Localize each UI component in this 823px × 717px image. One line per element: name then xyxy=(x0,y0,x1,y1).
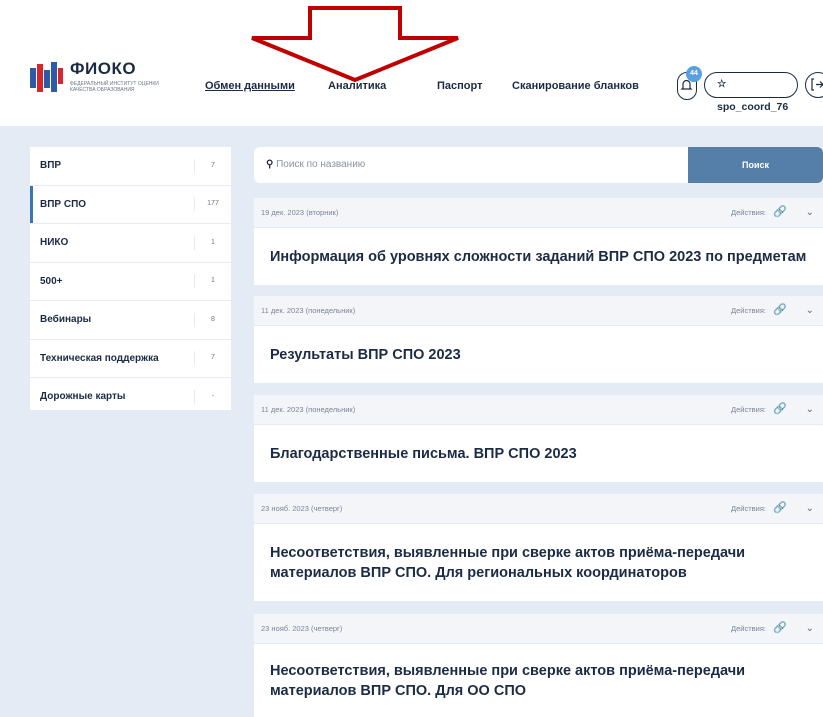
search-button[interactable]: Поиск xyxy=(688,147,823,183)
sidebar-item-500plus[interactable]: 500+ 1 xyxy=(30,263,231,301)
news-card: 23 нояб. 2023 (четверг) Действия: 🔗 ⌄ Не… xyxy=(254,494,823,601)
card-date: 23 нояб. 2023 (четверг) xyxy=(261,624,343,633)
sidebar-item-label: НИКО xyxy=(40,237,69,249)
card-title[interactable]: Результаты ВПР СПО 2023 xyxy=(254,326,823,383)
news-card: 11 дек. 2023 (понедельник) Действия: 🔗 ⌄… xyxy=(254,296,823,383)
sidebar-item-webinars[interactable]: Вебинары 8 xyxy=(30,301,231,340)
sidebar-item-count: 1 xyxy=(194,274,231,289)
card-actions-label: Действия: xyxy=(731,405,766,414)
sidebar-item-count: 1 xyxy=(194,235,231,250)
card-date: 11 дек. 2023 (понедельник) xyxy=(261,405,356,414)
news-card: 11 дек. 2023 (понедельник) Действия: 🔗 ⌄… xyxy=(254,395,823,482)
chevron-down-icon[interactable]: ⌄ xyxy=(806,494,814,523)
sidebar-item-count: 177 xyxy=(194,197,231,212)
logo[interactable]: ФИОКО ФЕДЕРАЛЬНЫЙ ИНСТИТУТ ОЦЕНКИ КАЧЕСТ… xyxy=(30,60,160,96)
news-card: 23 нояб. 2023 (четверг) Действия: 🔗 ⌄ Не… xyxy=(254,614,823,717)
card-actions-label: Действия: xyxy=(731,208,766,217)
card-title[interactable]: Несоответствия, выявленные при сверке ак… xyxy=(254,644,823,717)
notifications-badge: 44 xyxy=(686,66,702,82)
username: spo_coord_76 xyxy=(717,101,789,113)
sidebar-item-label: Вебинары xyxy=(40,314,92,326)
news-card: 19 дек. 2023 (вторник) Действия: 🔗 ⌄ Инф… xyxy=(254,198,823,285)
sidebar-item-label: 500+ xyxy=(40,275,63,287)
chevron-down-icon[interactable]: ⌄ xyxy=(806,614,814,643)
sidebar-item-label: Техническая поддержка xyxy=(40,352,159,364)
search-icon: ⚲ xyxy=(266,159,274,170)
sidebar-item-label: ВПР СПО xyxy=(40,198,87,210)
logo-name: ФИОКО xyxy=(70,59,137,78)
card-actions-label: Действия: xyxy=(731,624,766,633)
card-date: 19 дек. 2023 (вторник) xyxy=(261,208,339,217)
user-account-button[interactable]: ☆ spo_coord_76 xyxy=(704,72,798,113)
card-title[interactable]: Несоответствия, выявленные при сверке ак… xyxy=(254,524,823,601)
sidebar-item-count: 7 xyxy=(194,158,231,173)
sidebar-item-count: 8 xyxy=(194,312,231,327)
red-arrow-annotation xyxy=(251,6,459,82)
link-icon[interactable]: 🔗 xyxy=(773,614,787,643)
chevron-down-icon[interactable]: ⌄ xyxy=(806,296,814,325)
sidebar-item-count: - xyxy=(194,389,231,404)
sidebar: ВПР 7 ВПР СПО 177 НИКО 1 500+ 1 Вебинары 8 Те… xyxy=(30,147,231,417)
sidebar-item-roadmaps[interactable]: Дорожные карты - xyxy=(30,378,231,417)
search-placeholder: Поиск по названию xyxy=(276,159,366,170)
chevron-down-icon[interactable]: ⌄ xyxy=(806,198,814,227)
card-title[interactable]: Информация об уровнях сложности заданий … xyxy=(254,228,823,285)
link-icon[interactable]: 🔗 xyxy=(773,198,787,227)
sidebar-item-count: 7 xyxy=(194,351,231,366)
logo-subtitle: ФЕДЕРАЛЬНЫЙ ИНСТИТУТ ОЦЕНКИ КАЧЕСТВА ОБР… xyxy=(70,81,159,93)
card-date: 11 дек. 2023 (понедельник) xyxy=(261,306,356,315)
sidebar-item-niko[interactable]: НИКО 1 xyxy=(30,224,231,263)
card-actions-label: Действия: xyxy=(731,504,766,513)
card-date: 23 нояб. 2023 (четверг) xyxy=(261,504,343,513)
logout-icon[interactable] xyxy=(805,72,823,98)
link-icon[interactable]: 🔗 xyxy=(773,395,787,424)
sidebar-item-label: ВПР xyxy=(40,160,62,172)
sidebar-item-tech-support[interactable]: Техническая поддержка 7 xyxy=(30,340,231,378)
search-input[interactable]: ⚲ Поиск по названию xyxy=(254,147,688,183)
nav-form-scanning[interactable]: Сканирование бланков xyxy=(512,80,639,92)
card-title[interactable]: Благодарственные письма. ВПР СПО 2023 xyxy=(254,425,823,482)
sidebar-item-label: Дорожные карты xyxy=(40,391,126,403)
link-icon[interactable]: 🔗 xyxy=(773,494,787,523)
sidebar-item-vpr-spo[interactable]: ВПР СПО 177 xyxy=(30,185,231,224)
card-actions-label: Действия: xyxy=(731,306,766,315)
link-icon[interactable]: 🔗 xyxy=(773,296,787,325)
chevron-down-icon[interactable]: ⌄ xyxy=(806,395,814,424)
sidebar-item-vpr[interactable]: ВПР 7 xyxy=(30,147,231,186)
user-icon: ☆ xyxy=(717,78,727,90)
logo-mark-icon xyxy=(30,60,64,96)
